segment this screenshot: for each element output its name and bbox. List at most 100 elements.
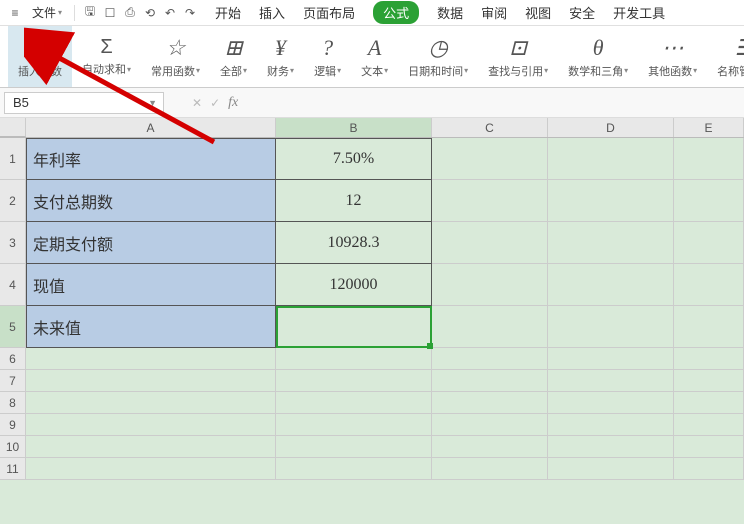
lookup-fn-button[interactable]: ⊡ 查找与引用▾ xyxy=(478,26,558,87)
row-header-1[interactable]: 1 xyxy=(0,138,26,180)
save-icon[interactable]: 🖫 xyxy=(83,6,97,20)
row-header-7[interactable]: 7 xyxy=(0,370,26,392)
cell-B7[interactable] xyxy=(276,370,432,392)
row-header-9[interactable]: 9 xyxy=(0,414,26,436)
autosum-button[interactable]: Σ 自动求和▾ xyxy=(72,26,141,87)
cell-E1[interactable] xyxy=(674,138,744,180)
logic-fn-button[interactable]: ? 逻辑▾ xyxy=(304,26,351,87)
col-header-C[interactable]: C xyxy=(432,118,548,137)
cell-C2[interactable] xyxy=(432,180,548,222)
cell-E11[interactable] xyxy=(674,458,744,480)
cell-A11[interactable] xyxy=(26,458,276,480)
tab-layout[interactable]: 页面布局 xyxy=(303,3,355,22)
datetime-fn-button[interactable]: ◷ 日期和时间▾ xyxy=(398,26,478,87)
spreadsheet[interactable]: A B C D E 1 年利率 7.50% 2 支付总期数 12 3 定期支付额… xyxy=(0,118,744,524)
cell-C10[interactable] xyxy=(432,436,548,458)
cell-D6[interactable] xyxy=(548,348,674,370)
row-header-8[interactable]: 8 xyxy=(0,392,26,414)
tab-devtools[interactable]: 开发工具 xyxy=(613,3,665,22)
names-button[interactable]: ☰ 名称管理器 xyxy=(707,26,744,87)
col-header-E[interactable]: E xyxy=(674,118,744,137)
cell-A4[interactable]: 现值 xyxy=(26,264,276,306)
col-header-A[interactable]: A xyxy=(26,118,276,137)
row-header-11[interactable]: 11 xyxy=(0,458,26,480)
cell-D5[interactable] xyxy=(548,306,674,348)
cell-E5[interactable] xyxy=(674,306,744,348)
cell-E6[interactable] xyxy=(674,348,744,370)
tab-formula[interactable]: 公式 xyxy=(373,1,419,24)
cell-E2[interactable] xyxy=(674,180,744,222)
cell-E10[interactable] xyxy=(674,436,744,458)
tab-data[interactable]: 数据 xyxy=(437,3,463,22)
select-all-corner[interactable] xyxy=(0,118,26,137)
cell-A9[interactable] xyxy=(26,414,276,436)
cell-D7[interactable] xyxy=(548,370,674,392)
undo-icon[interactable]: ↶ xyxy=(163,6,177,20)
cell-B1[interactable]: 7.50% xyxy=(276,138,432,180)
cell-D9[interactable] xyxy=(548,414,674,436)
math-fn-button[interactable]: θ 数学和三角▾ xyxy=(558,26,638,87)
cell-E4[interactable] xyxy=(674,264,744,306)
cell-E9[interactable] xyxy=(674,414,744,436)
cell-E3[interactable] xyxy=(674,222,744,264)
cell-C8[interactable] xyxy=(432,392,548,414)
cell-C11[interactable] xyxy=(432,458,548,480)
row-header-2[interactable]: 2 xyxy=(0,180,26,222)
cell-B8[interactable] xyxy=(276,392,432,414)
cell-B11[interactable] xyxy=(276,458,432,480)
cell-D8[interactable] xyxy=(548,392,674,414)
cell-B2[interactable]: 12 xyxy=(276,180,432,222)
cell-D1[interactable] xyxy=(548,138,674,180)
cell-D4[interactable] xyxy=(548,264,674,306)
row-header-5[interactable]: 5 xyxy=(0,306,26,348)
redo-icon[interactable]: ↷ xyxy=(183,6,197,20)
cell-D3[interactable] xyxy=(548,222,674,264)
row-header-3[interactable]: 3 xyxy=(0,222,26,264)
tab-review[interactable]: 审阅 xyxy=(481,3,507,22)
cell-E8[interactable] xyxy=(674,392,744,414)
common-fn-button[interactable]: ☆ 常用函数▾ xyxy=(141,26,210,87)
cell-D10[interactable] xyxy=(548,436,674,458)
row-header-6[interactable]: 6 xyxy=(0,348,26,370)
cell-C9[interactable] xyxy=(432,414,548,436)
hamburger-icon[interactable]: ≡ xyxy=(8,6,22,20)
col-header-B[interactable]: B xyxy=(276,118,432,137)
cell-C3[interactable] xyxy=(432,222,548,264)
cell-D2[interactable] xyxy=(548,180,674,222)
cell-B4[interactable]: 120000 xyxy=(276,264,432,306)
cell-B3[interactable]: 10928.3 xyxy=(276,222,432,264)
cell-A2[interactable]: 支付总期数 xyxy=(26,180,276,222)
cell-A5[interactable]: 未来值 xyxy=(26,306,276,348)
file-menu[interactable]: 文件▾ xyxy=(28,4,66,21)
confirm-icon[interactable]: ✓ xyxy=(210,96,220,110)
row-header-10[interactable]: 10 xyxy=(0,436,26,458)
tab-security[interactable]: 安全 xyxy=(569,3,595,22)
cell-C5[interactable] xyxy=(432,306,548,348)
other-fn-button[interactable]: ⋯ 其他函数▾ xyxy=(638,26,707,87)
tab-insert[interactable]: 插入 xyxy=(259,3,285,22)
cell-A3[interactable]: 定期支付额 xyxy=(26,222,276,264)
row-header-4[interactable]: 4 xyxy=(0,264,26,306)
cell-A8[interactable] xyxy=(26,392,276,414)
cell-D11[interactable] xyxy=(548,458,674,480)
fx-icon[interactable]: fx xyxy=(228,95,238,111)
cell-B5[interactable] xyxy=(276,306,432,348)
tab-start[interactable]: 开始 xyxy=(215,3,241,22)
finance-fn-button[interactable]: ¥ 财务▾ xyxy=(257,26,304,87)
chevron-down-icon[interactable]: ▼ xyxy=(148,98,157,108)
tab-view[interactable]: 视图 xyxy=(525,3,551,22)
cancel-icon[interactable]: ✕ xyxy=(192,96,202,110)
col-header-D[interactable]: D xyxy=(548,118,674,137)
cell-C7[interactable] xyxy=(432,370,548,392)
insert-function-button[interactable]: fx 插入函数 xyxy=(8,26,72,87)
cell-A7[interactable] xyxy=(26,370,276,392)
text-fn-button[interactable]: A 文本▾ xyxy=(351,26,398,87)
preview-icon[interactable]: ⟲ xyxy=(143,6,157,20)
print-icon[interactable]: ⎙ xyxy=(123,6,137,20)
cell-A6[interactable] xyxy=(26,348,276,370)
all-fn-button[interactable]: ⊞ 全部▾ xyxy=(210,26,257,87)
cell-C6[interactable] xyxy=(432,348,548,370)
cell-C4[interactable] xyxy=(432,264,548,306)
cell-C1[interactable] xyxy=(432,138,548,180)
cell-A10[interactable] xyxy=(26,436,276,458)
